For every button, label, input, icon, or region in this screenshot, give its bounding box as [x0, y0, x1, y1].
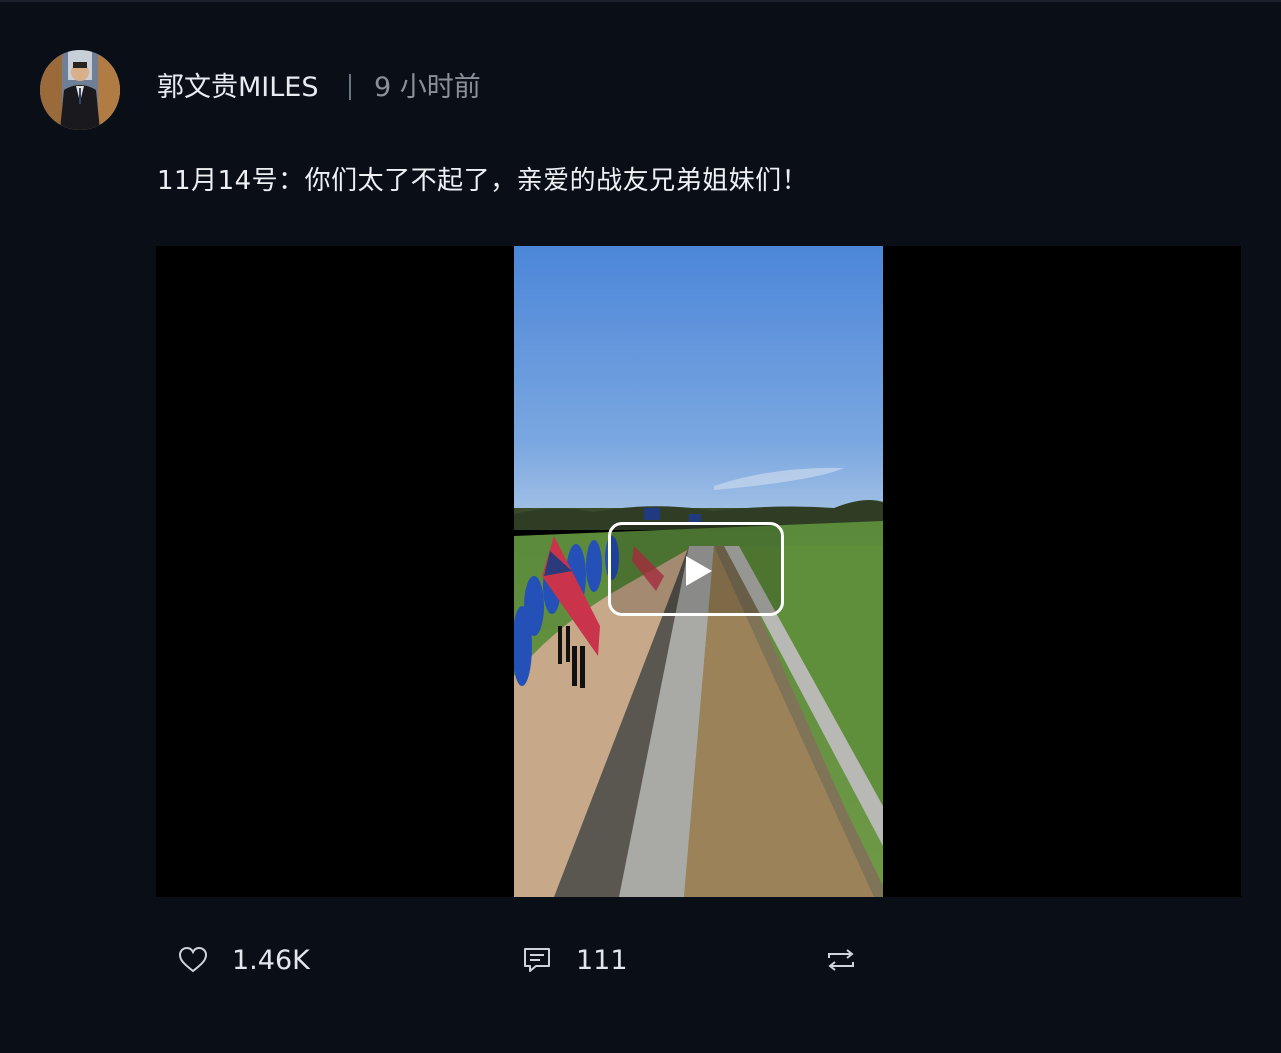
post-text: 11月14号：你们太了不起了，亲爱的战友兄弟姐妹们！ [157, 166, 809, 196]
avatar[interactable] [40, 50, 120, 130]
play-button[interactable] [608, 522, 784, 616]
heart-icon [178, 946, 208, 973]
post-card: 郭文贵MILES 9 小时前 11月14号：你们太了不起了，亲爱的战友兄弟姐妹们… [0, 0, 1281, 1053]
divider [0, 0, 1281, 2]
like-button[interactable]: 1.46K [178, 930, 310, 990]
author-name[interactable]: 郭文贵MILES [157, 70, 319, 106]
play-icon [686, 556, 712, 586]
comment-count: 111 [576, 944, 628, 976]
video-player[interactable] [156, 246, 1241, 897]
repost-button[interactable] [825, 930, 857, 990]
action-bar: 1.46K 111 [0, 930, 1281, 990]
comment-button[interactable]: 111 [522, 930, 628, 990]
like-count: 1.46K [232, 944, 310, 976]
repost-icon [828, 949, 854, 971]
meta-separator [349, 74, 351, 100]
post-timestamp: 9 小时前 [374, 72, 481, 103]
comment-icon [524, 948, 550, 972]
